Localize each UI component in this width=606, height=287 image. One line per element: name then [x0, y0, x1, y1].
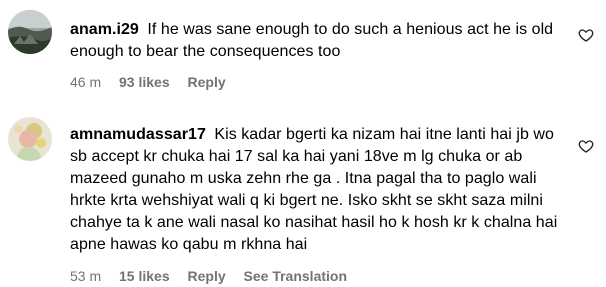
avatar[interactable]: [8, 117, 52, 161]
comment-text-block: amnamudassar17 Kis kadar bgerti ka nizam…: [70, 124, 570, 256]
comment-text: Kis kadar bgerti ka nizam hai itne lanti…: [70, 126, 558, 253]
comment-text-block: anam.i29 If he was sane enough to do suc…: [70, 19, 570, 63]
likes-count[interactable]: 93 likes: [119, 74, 170, 90]
avatar[interactable]: [8, 10, 52, 54]
comment-timestamp: 53 m: [70, 268, 102, 284]
reply-button[interactable]: Reply: [188, 74, 226, 90]
comment-meta: 53 m 15 likes Reply See Translation: [70, 267, 361, 285]
likes-count[interactable]: 15 likes: [119, 268, 170, 284]
comment-meta: 46 m 93 likes Reply: [70, 73, 240, 91]
comment-text: If he was sane enough to do such a henio…: [70, 21, 554, 60]
comment-username[interactable]: amnamudassar17: [70, 126, 206, 143]
heart-outline-icon[interactable]: [578, 138, 594, 154]
comment-username[interactable]: anam.i29: [70, 21, 139, 38]
heart-outline-icon[interactable]: [578, 27, 594, 43]
reply-button[interactable]: Reply: [188, 268, 226, 284]
see-translation-button[interactable]: See Translation: [244, 268, 347, 284]
comment-timestamp: 46 m: [70, 74, 102, 90]
